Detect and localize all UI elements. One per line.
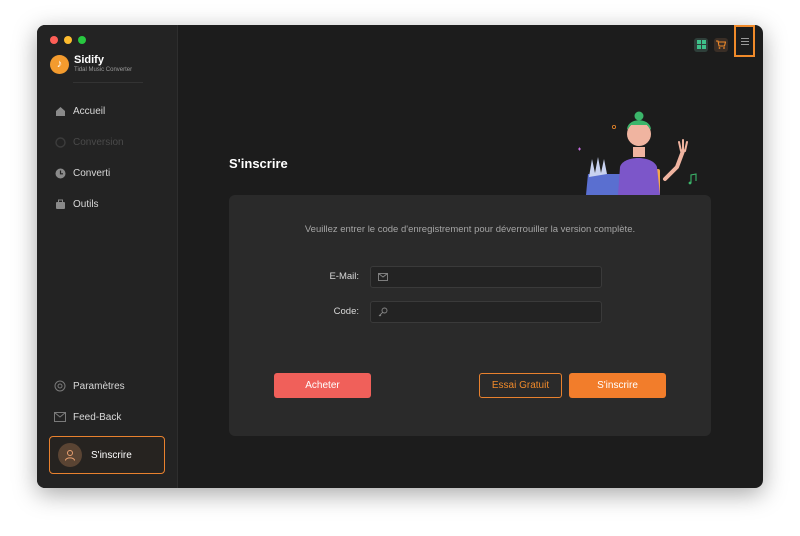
apps-button[interactable]: [694, 37, 708, 52]
app-logo-icon: ♪: [50, 54, 69, 74]
key-icon: [378, 307, 388, 317]
minimize-window-button[interactable]: [64, 36, 72, 44]
app-window: ♪ Sidify Tidal Music Converter Accueil C…: [37, 25, 763, 488]
signup-info-text: Veuillez entrer le code d'enregistrement…: [304, 224, 636, 235]
cart-icon: [716, 40, 726, 49]
menu-button[interactable]: [734, 25, 755, 57]
divider: [73, 82, 143, 83]
signup-illustration: [578, 111, 697, 195]
code-field[interactable]: [370, 301, 602, 323]
sidebar-item-outils[interactable]: Outils: [54, 198, 99, 210]
signup-card: Veuillez entrer le code d'enregistrement…: [229, 195, 711, 436]
sidebar-item-converti[interactable]: Converti: [54, 167, 110, 179]
mail-icon: [378, 273, 388, 281]
home-icon: [54, 105, 66, 117]
user-icon: [65, 450, 75, 461]
sidebar-signup-label: S'inscrire: [91, 449, 132, 461]
sidebar-item-conversion[interactable]: Conversion: [54, 136, 124, 148]
window-controls: [50, 36, 86, 44]
code-label: Code:: [333, 306, 359, 317]
sidebar-signup-button[interactable]: S'inscrire: [49, 436, 165, 474]
sidebar-item-feedback[interactable]: Feed-Back: [54, 411, 121, 423]
app-subtitle: Tidal Music Converter: [74, 67, 133, 73]
hamburger-menu-icon: [740, 37, 749, 45]
page-title: S'inscrire: [229, 156, 288, 171]
grid-icon: [696, 40, 706, 49]
free-trial-button[interactable]: Essai Gratuit: [479, 373, 562, 398]
sidebar-item-label: Feed-Back: [73, 411, 122, 423]
email-label: E-Mail:: [329, 271, 359, 282]
email-field[interactable]: [370, 266, 602, 288]
sidebar: ♪ Sidify Tidal Music Converter Accueil C…: [37, 25, 178, 488]
zoom-window-button[interactable]: [78, 36, 86, 44]
close-window-button[interactable]: [50, 36, 58, 44]
store-button[interactable]: [714, 37, 728, 52]
buy-button[interactable]: Acheter: [274, 373, 371, 398]
sidebar-item-label: Conversion: [73, 136, 124, 148]
conversion-icon: [54, 136, 66, 148]
avatar: [58, 443, 82, 467]
app-brand: ♪ Sidify Tidal Music Converter: [50, 54, 132, 74]
app-name: Sidify: [74, 54, 104, 66]
sidebar-item-label: Outils: [73, 198, 99, 210]
settings-icon: [54, 380, 66, 392]
toolbox-icon: [54, 198, 66, 210]
sidebar-item-accueil[interactable]: Accueil: [54, 105, 105, 117]
sidebar-item-label: Converti: [73, 167, 111, 179]
sidebar-item-parametres[interactable]: Paramètres: [54, 380, 125, 392]
clock-icon: [54, 167, 66, 179]
mail-icon: [54, 411, 66, 423]
top-toolbar: [694, 25, 755, 57]
sidebar-item-label: Paramètres: [73, 380, 125, 392]
sidebar-item-label: Accueil: [73, 105, 106, 117]
signup-button[interactable]: S'inscrire: [569, 373, 666, 398]
